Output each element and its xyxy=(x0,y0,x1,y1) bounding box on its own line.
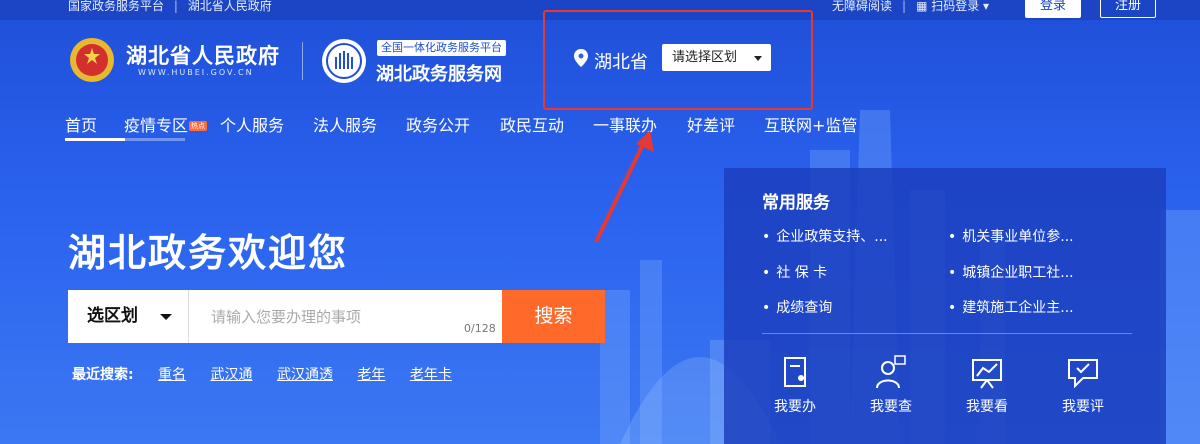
quick-query[interactable]: 我要查 xyxy=(856,354,926,416)
quick-apply-label: 我要办 xyxy=(774,399,816,415)
chevron-down-icon xyxy=(754,56,762,61)
nav-item-gov-affairs[interactable]: 政务公开 xyxy=(406,112,470,136)
nav-indicator-track xyxy=(125,138,185,141)
quick-view-label: 我要看 xyxy=(966,399,1008,415)
nav-item-interaction[interactable]: 政民互动 xyxy=(500,112,564,136)
service-link[interactable]: 企业政策支持、... xyxy=(762,226,887,246)
service-link[interactable]: 建筑施工企业主... xyxy=(948,297,1073,317)
location-pin-icon xyxy=(574,49,588,67)
nav-item-personal[interactable]: 个人服务 xyxy=(220,112,284,136)
region-select-dropdown[interactable]: 请选择区划 xyxy=(662,44,771,71)
recent-searches: 最近搜索: 重名 武汉通 武汉通透 老年 老年卡 xyxy=(72,364,472,384)
view-board-icon xyxy=(972,359,1002,389)
query-person-icon xyxy=(876,355,906,389)
evaluate-chat-icon xyxy=(1068,359,1098,389)
search-bar: 选区划 0/128 搜索 xyxy=(68,290,605,343)
recent-search-item[interactable]: 武汉通透 xyxy=(277,367,333,383)
nav-item-epidemic-label: 疫情专区 xyxy=(124,116,189,135)
service-link[interactable]: 成绩查询 xyxy=(762,297,832,317)
recent-search-item[interactable]: 老年 xyxy=(357,367,385,383)
recent-label: 最近搜索: xyxy=(72,367,134,383)
scan-login-link[interactable]: ▦ 扫码登录 ▾ xyxy=(916,0,989,12)
gov-url: WWW.HUBEI.GOV.CN xyxy=(138,68,254,77)
common-services-panel: 常用服务 企业政策支持、... 机关事业单位参... 社 保 卡 城镇企业职工社… xyxy=(724,168,1166,444)
platform-logo-icon xyxy=(322,39,366,83)
recent-search-item[interactable]: 老年卡 xyxy=(410,367,452,383)
panel-title: 常用服务 xyxy=(762,193,830,213)
search-button[interactable]: 搜索 xyxy=(502,290,605,343)
annotation-arrow xyxy=(594,130,654,243)
scan-login-label: 扫码登录 xyxy=(931,0,980,13)
quick-evaluate[interactable]: 我要评 xyxy=(1048,354,1118,416)
topbar-separator: | xyxy=(173,0,178,13)
topbar-separator: | xyxy=(902,0,907,13)
service-link[interactable]: 社 保 卡 xyxy=(762,262,827,282)
hot-badge: 热点 xyxy=(189,121,208,131)
nav-item-epidemic[interactable]: 疫情专区 热点 xyxy=(124,112,208,136)
service-link[interactable]: 城镇企业职工社... xyxy=(948,262,1073,282)
link-hubei-government[interactable]: 湖北省人民政府 xyxy=(188,0,272,13)
header-divider xyxy=(302,42,303,80)
nav-item-supervision[interactable]: 互联网+监管 xyxy=(764,112,857,136)
service-link[interactable]: 机关事业单位参... xyxy=(948,226,1073,246)
welcome-heading: 湖北政务欢迎您 xyxy=(68,231,349,275)
search-region-label: 选区划 xyxy=(87,306,138,326)
recent-search-item[interactable]: 武汉通 xyxy=(211,367,253,383)
chevron-down-icon xyxy=(160,314,172,320)
login-button[interactable]: 登录 xyxy=(1025,0,1081,18)
search-region-select[interactable]: 选区划 xyxy=(68,290,189,343)
nav-item-home[interactable]: 首页 xyxy=(65,112,97,136)
quick-apply[interactable]: 我要办 xyxy=(760,354,830,416)
qr-icon: ▦ xyxy=(916,0,932,13)
region-select-label: 请选择区划 xyxy=(672,50,738,65)
gov-title[interactable]: 湖北省人民政府 xyxy=(126,40,280,70)
nav-active-indicator xyxy=(65,138,125,141)
search-input[interactable] xyxy=(189,290,502,343)
apply-icon xyxy=(784,357,806,387)
register-button[interactable]: 注册 xyxy=(1100,0,1156,18)
province-label: 湖北省 xyxy=(594,52,648,73)
national-emblem-icon xyxy=(70,38,114,82)
recent-search-item[interactable]: 重名 xyxy=(158,367,186,383)
nav-item-corporate[interactable]: 法人服务 xyxy=(313,112,377,136)
platform-badge: 全国一体化政务服务平台 xyxy=(377,40,506,56)
platform-title[interactable]: 湖北政务服务网 xyxy=(376,60,502,86)
quick-view[interactable]: 我要看 xyxy=(952,354,1022,416)
panel-divider xyxy=(762,333,1132,334)
quick-evaluate-label: 我要评 xyxy=(1062,399,1104,415)
accessibility-link[interactable]: 无障碍阅读 xyxy=(832,0,892,12)
char-counter: 0/128 xyxy=(464,322,496,335)
quick-query-label: 我要查 xyxy=(870,399,912,415)
nav-item-evaluation[interactable]: 好差评 xyxy=(687,112,735,136)
link-national-platform[interactable]: 国家政务服务平台 xyxy=(68,0,164,13)
